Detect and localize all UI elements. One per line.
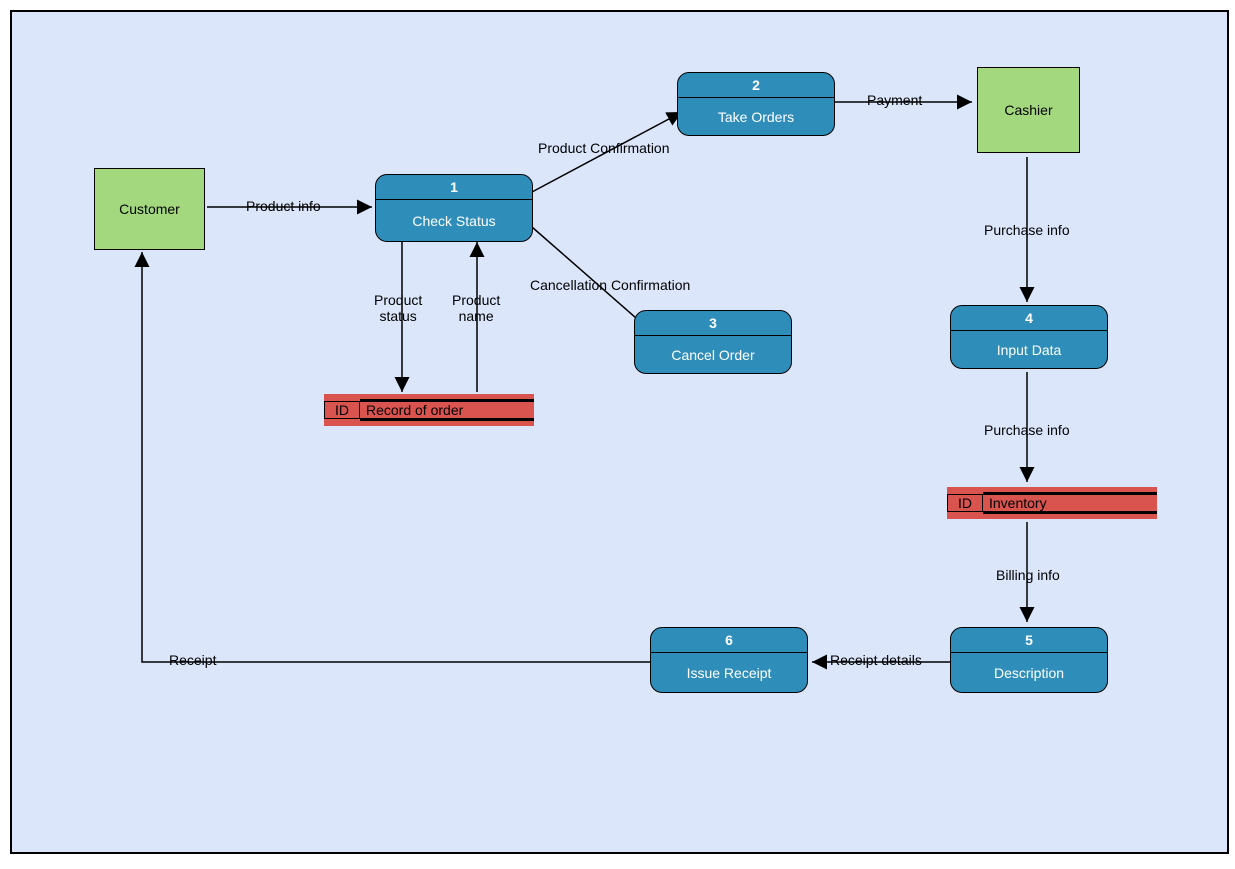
flow-product-status: Product status [374, 292, 422, 324]
process-4-num: 4 [951, 306, 1107, 331]
diagram-frame: Customer Cashier 1 Check Status 2 Take O… [0, 0, 1235, 869]
diagram-canvas: Customer Cashier 1 Check Status 2 Take O… [10, 10, 1229, 854]
datastore-record-order: ID Record of order [324, 394, 534, 426]
process-1: 1 Check Status [375, 174, 533, 242]
flow-purchase-info-1: Purchase info [984, 222, 1070, 238]
process-2: 2 Take Orders [677, 72, 835, 136]
process-2-num: 2 [678, 73, 834, 98]
datastore-record-order-name: Record of order [360, 399, 534, 421]
flow-product-info: Product info [246, 198, 321, 214]
entity-customer: Customer [94, 168, 205, 250]
datastore-inventory-id: ID [947, 494, 983, 512]
datastore-record-order-id: ID [324, 401, 360, 419]
flow-purchase-info-2: Purchase info [984, 422, 1070, 438]
process-3: 3 Cancel Order [634, 310, 792, 374]
flow-payment: Payment [867, 92, 922, 108]
process-4-label: Input Data [997, 331, 1062, 368]
process-3-label: Cancel Order [671, 336, 754, 373]
process-5-label: Description [994, 653, 1064, 692]
flow-cancellation-confirmation: Cancellation Confirmation [530, 277, 690, 293]
process-6-num: 6 [651, 628, 807, 653]
process-6-label: Issue Receipt [687, 653, 772, 692]
process-5: 5 Description [950, 627, 1108, 693]
flow-billing-info: Billing info [996, 567, 1060, 583]
datastore-inventory: ID Inventory [947, 487, 1157, 519]
datastore-inventory-name: Inventory [983, 492, 1157, 514]
process-4: 4 Input Data [950, 305, 1108, 369]
entity-cashier: Cashier [977, 67, 1080, 153]
process-3-num: 3 [635, 311, 791, 336]
process-1-label: Check Status [412, 200, 495, 241]
flow-receipt: Receipt [169, 652, 216, 668]
process-2-label: Take Orders [718, 98, 794, 135]
process-6: 6 Issue Receipt [650, 627, 808, 693]
process-1-num: 1 [376, 175, 532, 200]
flow-product-confirmation: Product Confirmation [538, 140, 670, 156]
process-5-num: 5 [951, 628, 1107, 653]
flow-receipt-details: Receipt details [830, 652, 922, 668]
flow-product-name: Product name [452, 292, 500, 324]
